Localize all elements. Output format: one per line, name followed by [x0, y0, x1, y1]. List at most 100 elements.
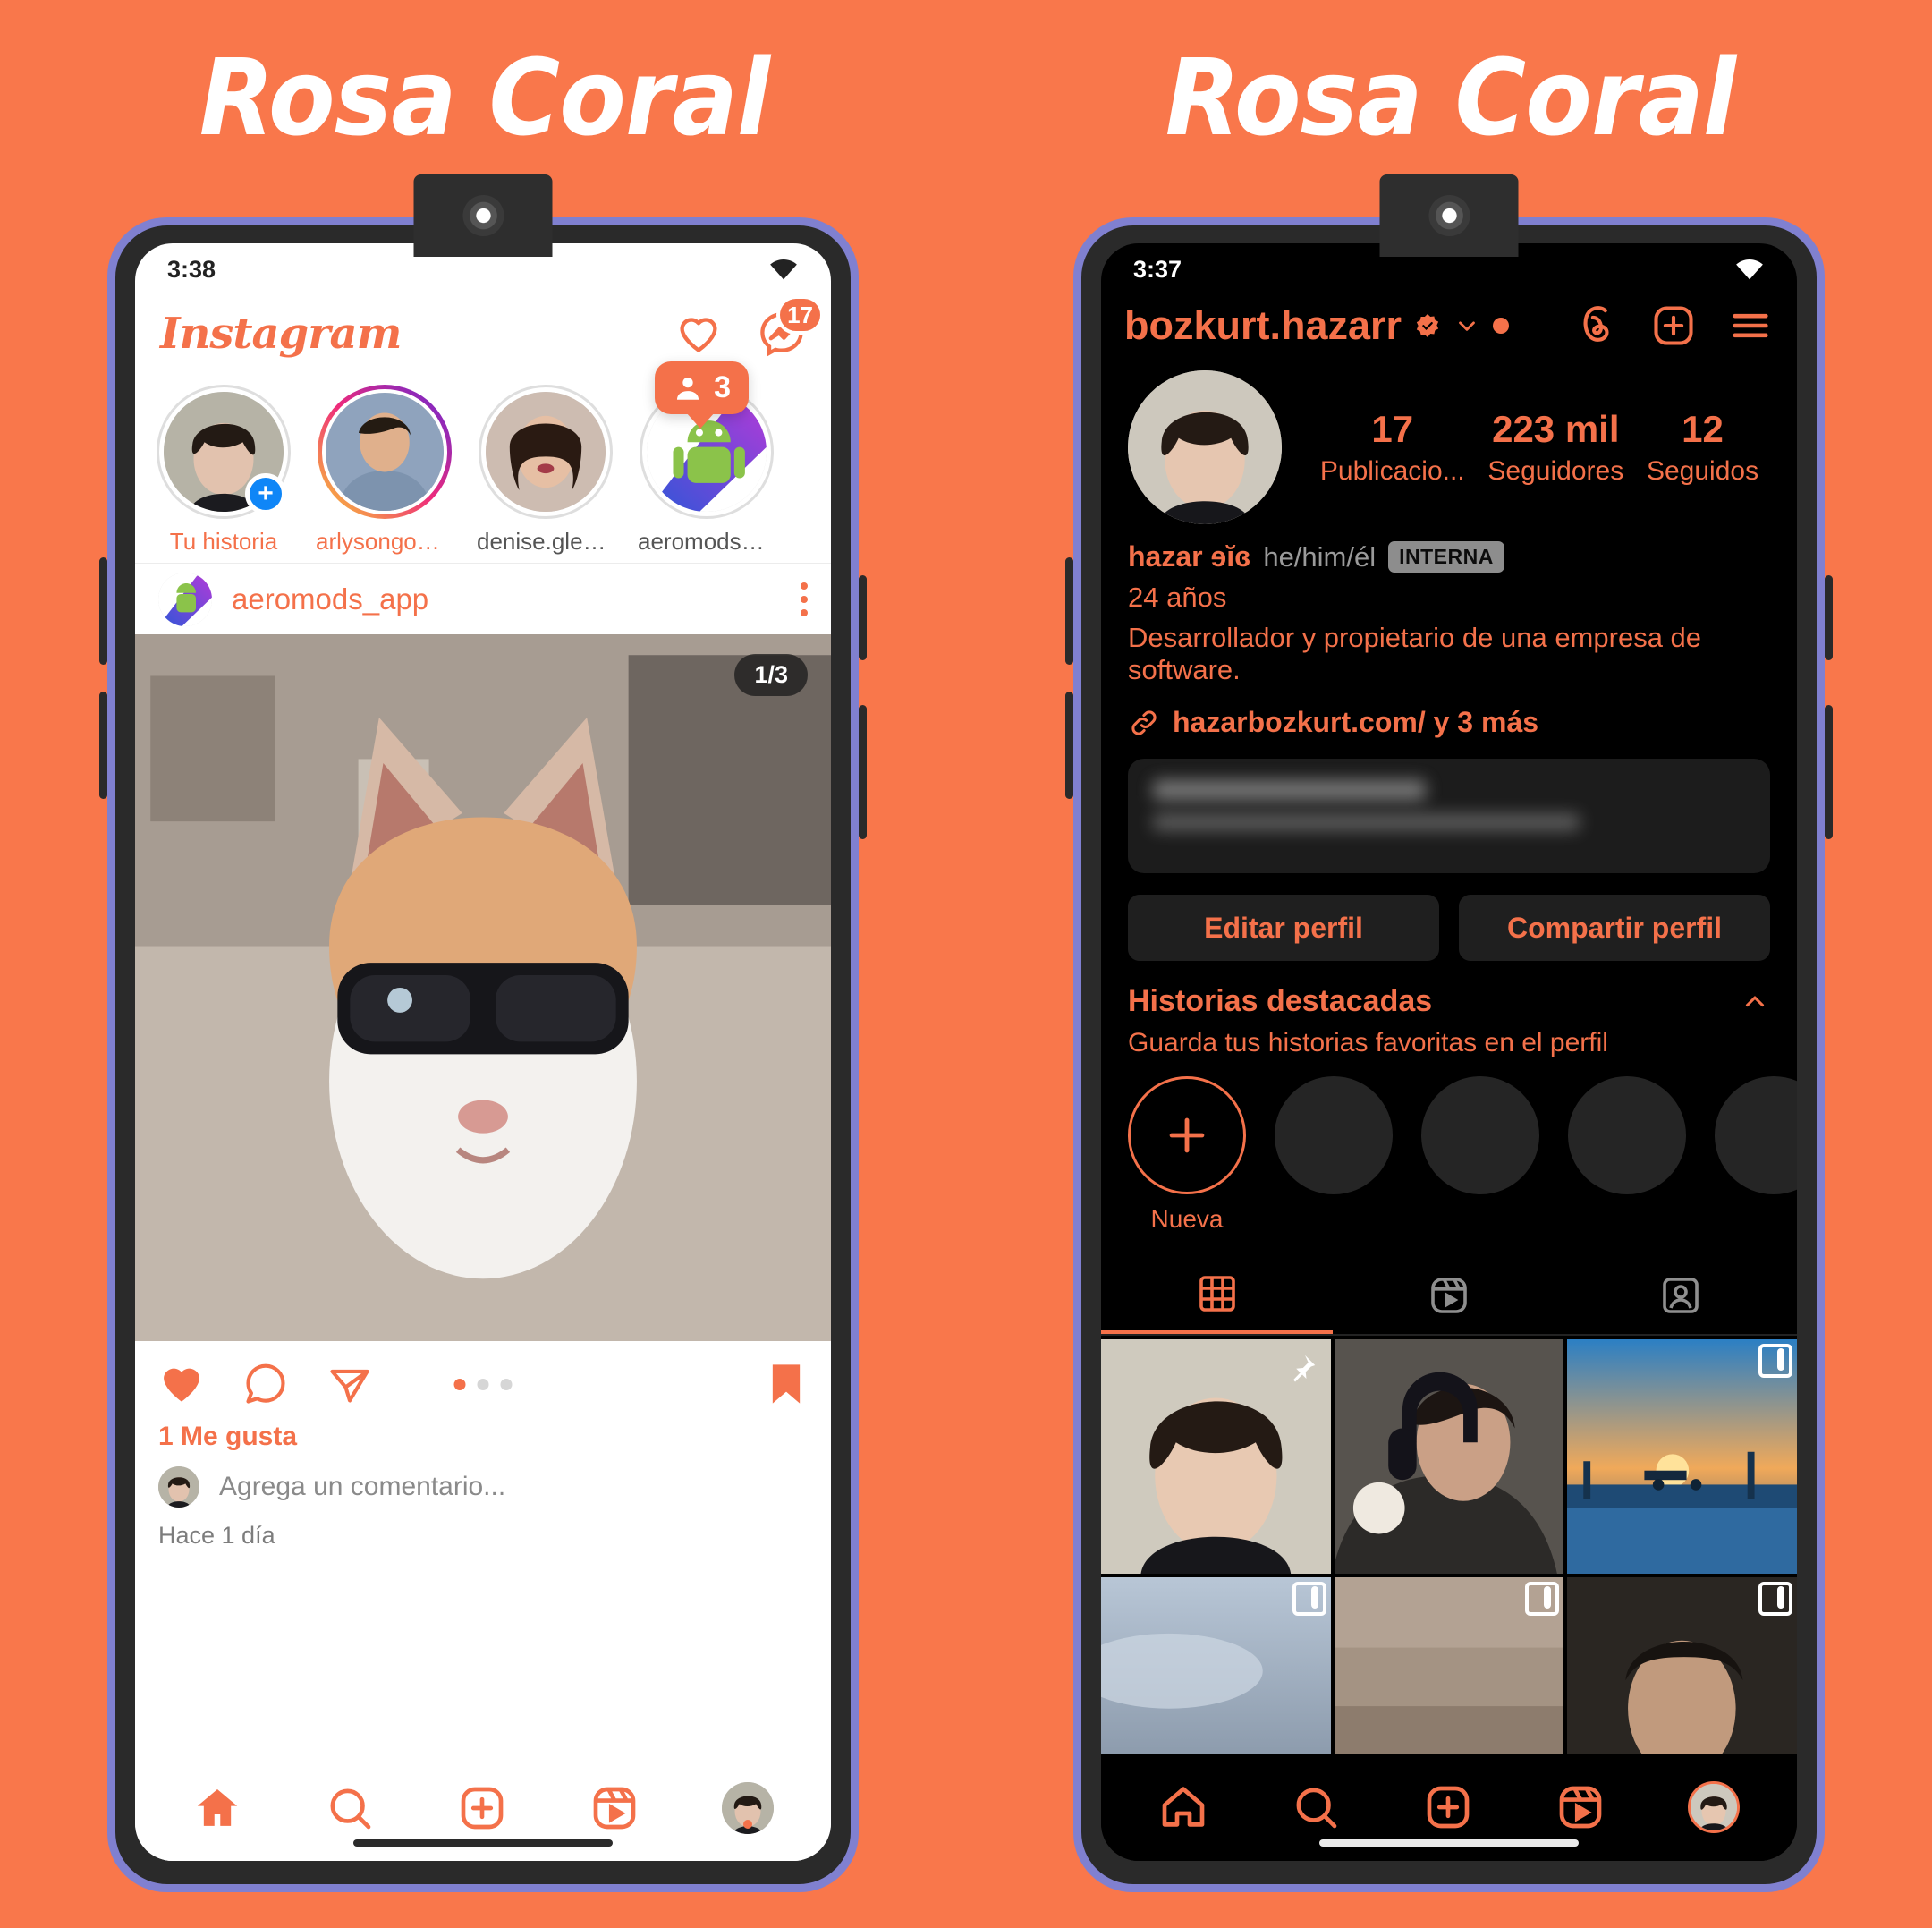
highlights-section: Historias destacadas Guarda tus historia…: [1101, 961, 1797, 1234]
plus-box-icon[interactable]: [1650, 302, 1697, 349]
nav-create[interactable]: [457, 1783, 507, 1833]
nav-profile[interactable]: [1688, 1781, 1740, 1833]
status-dot-icon: [1493, 318, 1510, 334]
story-item-2[interactable]: denise.glestm...: [477, 385, 614, 556]
add-story-icon[interactable]: +: [245, 473, 286, 514]
profile-header-icons: [1573, 302, 1774, 349]
highlights-title-row: Historias destacadas: [1128, 984, 1770, 1019]
popup-camera-module: [1379, 174, 1519, 257]
post-action-left-group: [158, 1361, 373, 1407]
power-button[interactable]: [1825, 575, 1833, 660]
volume-up-button[interactable]: [1065, 557, 1073, 665]
nav-search[interactable]: [325, 1783, 375, 1833]
stat-posts[interactable]: 17 Publicacio...: [1320, 408, 1465, 487]
notifications-button[interactable]: [675, 310, 722, 357]
bio-pronouns: he/him/él: [1263, 540, 1377, 573]
left-banner-title: Rosa Coral: [199, 36, 770, 159]
current-user-avatar: [158, 1466, 199, 1508]
highlight-circle: [1715, 1076, 1797, 1194]
highlights-row[interactable]: Nueva: [1128, 1076, 1797, 1234]
chevron-up-icon[interactable]: [1740, 987, 1770, 1017]
camera-lens-icon: [462, 195, 504, 236]
stat-following[interactable]: 12 Seguidos: [1647, 408, 1758, 487]
side-button[interactable]: [859, 705, 867, 839]
profile-link-row[interactable]: hazarbozkurt.com/ y 3 más: [1101, 686, 1797, 739]
nav-home[interactable]: [1158, 1782, 1208, 1832]
comment-input[interactable]: Agrega un comentario...: [219, 1472, 505, 1502]
phone-bezel: 3:38 Instagram 17 3 + Tu historia arlyso…: [115, 225, 851, 1884]
threads-icon[interactable]: [1573, 302, 1620, 349]
highlight-placeholder[interactable]: [1421, 1076, 1539, 1234]
volume-up-button[interactable]: [99, 557, 107, 665]
power-button[interactable]: [859, 575, 867, 660]
highlight-new[interactable]: Nueva: [1128, 1076, 1246, 1234]
stat-value: 223 mil: [1492, 408, 1620, 450]
volume-down-button[interactable]: [99, 692, 107, 799]
post-like-count[interactable]: 1 Me gusta: [135, 1416, 831, 1452]
grid-post[interactable]: [1101, 1339, 1331, 1574]
hamburger-menu-icon[interactable]: [1727, 302, 1774, 349]
blurred-line: [1153, 780, 1426, 800]
comment-icon[interactable]: [242, 1361, 289, 1407]
profile-tabs: [1101, 1257, 1797, 1336]
edit-profile-button[interactable]: Editar perfil: [1128, 895, 1439, 961]
chevron-down-icon[interactable]: [1453, 312, 1480, 339]
grid-post[interactable]: [1334, 1339, 1564, 1574]
plus-icon: [1169, 1117, 1205, 1153]
profile-post-grid: [1101, 1339, 1797, 1812]
right-screen: 3:37 bozkurt.hazarr 17 Publicacio... 223…: [1101, 243, 1797, 1861]
highlight-placeholder[interactable]: [1568, 1076, 1686, 1234]
followers-request-tooltip[interactable]: 3: [655, 361, 749, 429]
nav-search[interactable]: [1291, 1782, 1341, 1832]
profile-avatar[interactable]: [1128, 370, 1282, 524]
nav-reels[interactable]: [589, 1783, 640, 1833]
story-label: aeromods_app: [638, 528, 775, 555]
followers-request-count: 3: [714, 370, 731, 404]
instagram-logo[interactable]: Instagram: [160, 309, 402, 359]
grid-post[interactable]: [1567, 1339, 1797, 1574]
nav-reels[interactable]: [1555, 1782, 1606, 1832]
more-options-icon[interactable]: [801, 582, 808, 616]
add-comment-row[interactable]: Agrega un comentario...: [135, 1452, 831, 1513]
add-highlight-button[interactable]: [1128, 1076, 1246, 1194]
side-button[interactable]: [1825, 705, 1833, 839]
highlight-circle: [1421, 1076, 1539, 1194]
highlights-subtitle: Guarda tus historias favoritas en el per…: [1128, 1028, 1608, 1057]
story-ring: +: [157, 385, 291, 519]
nav-home[interactable]: [192, 1783, 242, 1833]
nav-create[interactable]: [1423, 1782, 1473, 1832]
story-item-1[interactable]: arlysongomes...: [316, 385, 453, 556]
messenger-button[interactable]: 17: [758, 295, 824, 358]
right-phone-mockup: 3:37 bozkurt.hazarr 17 Publicacio... 223…: [1065, 174, 1833, 1892]
highlight-new-label: Nueva: [1150, 1205, 1224, 1233]
post-author-username[interactable]: aeromods_app: [232, 582, 781, 616]
post-image[interactable]: 1/3: [135, 634, 831, 1341]
left-phone-mockup: 3:38 Instagram 17 3 + Tu historia arlyso…: [99, 174, 867, 1892]
header-icon-group: 17: [675, 295, 824, 358]
bookmark-filled-icon: [765, 1361, 808, 1407]
post-author-avatar[interactable]: [158, 572, 212, 626]
nav-profile[interactable]: [722, 1781, 774, 1834]
share-icon[interactable]: [326, 1361, 373, 1407]
blurred-promo-card[interactable]: [1128, 759, 1770, 873]
stat-followers[interactable]: 223 mil Seguidores: [1487, 408, 1623, 487]
highlight-placeholder[interactable]: [1715, 1076, 1797, 1234]
profile-activity-dot: [743, 1819, 752, 1829]
story-item-0[interactable]: + Tu historia: [155, 385, 292, 556]
heart-filled-icon[interactable]: [158, 1361, 205, 1407]
tab-grid[interactable]: [1101, 1257, 1334, 1334]
tab-tagged[interactable]: [1565, 1257, 1797, 1334]
highlight-placeholder[interactable]: [1275, 1076, 1393, 1234]
save-post-button[interactable]: [765, 1361, 808, 1407]
heart-outline-icon: [675, 310, 722, 357]
profile-link-text[interactable]: hazarbozkurt.com/ y 3 más: [1173, 706, 1538, 739]
status-time: 3:37: [1133, 255, 1182, 283]
multi-post-icon: [1310, 1586, 1318, 1609]
volume-down-button[interactable]: [1065, 692, 1073, 799]
post-timestamp: Hace 1 día: [158, 1522, 275, 1549]
profile-username[interactable]: bozkurt.hazarr: [1124, 302, 1402, 349]
stat-value: 12: [1682, 408, 1724, 450]
share-profile-button[interactable]: Compartir perfil: [1459, 895, 1770, 961]
tab-reels[interactable]: [1333, 1257, 1564, 1334]
camera-lens-icon: [1428, 195, 1470, 236]
